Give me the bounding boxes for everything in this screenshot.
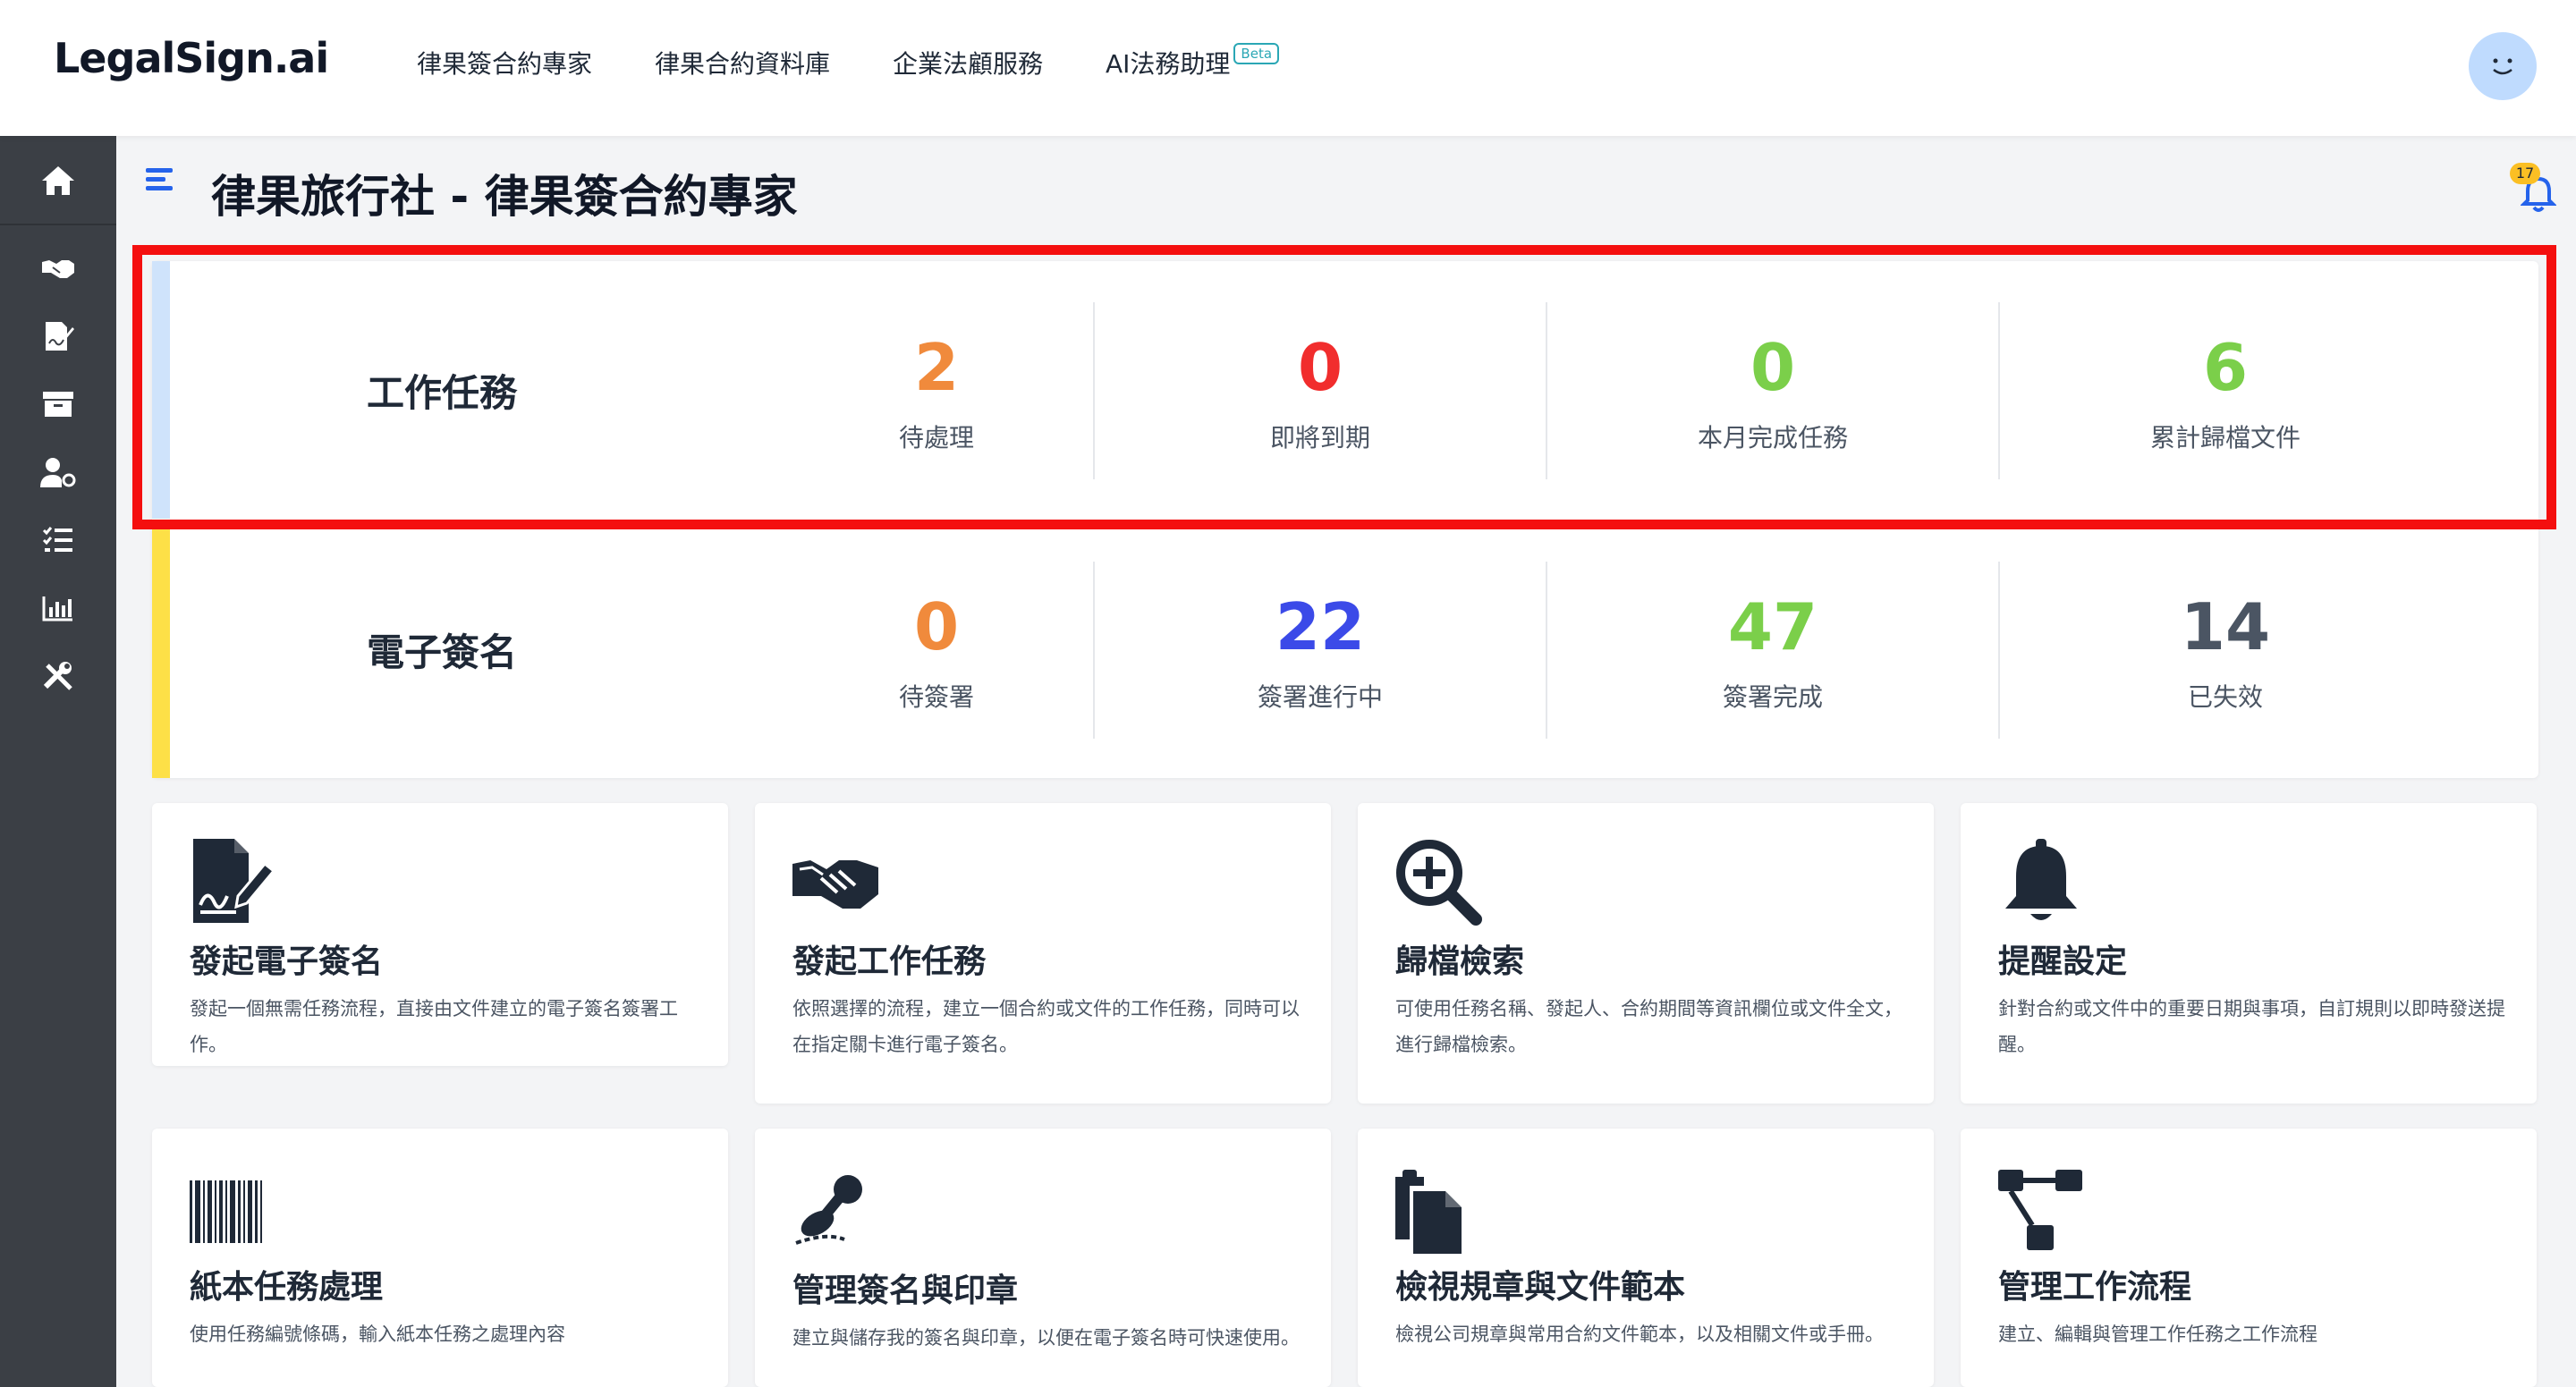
stat-expiring-soon[interactable]: 0 即將到期 <box>1093 302 1546 479</box>
tools-icon[interactable] <box>38 656 78 696</box>
e-signature-accent-bar <box>152 520 170 778</box>
handshake-icon <box>792 860 878 909</box>
nav-item-legal-advisory[interactable]: 企業法顧服務 <box>893 45 1043 80</box>
card-title: 發起電子簽名 <box>190 943 384 980</box>
beta-badge: Beta <box>1233 43 1280 64</box>
barcode-icon <box>190 1180 262 1243</box>
stat-completed-this-month-label: 本月完成任務 <box>1697 423 1848 452</box>
user-avatar[interactable] <box>2469 32 2537 100</box>
e-signature-row: 電子簽名 0 待簽署 22 簽署進行中 47 簽署完成 14 已失效 <box>152 520 2538 778</box>
dashboard-stats-panel: 工作任務 2 待處理 0 即將到期 0 本月完成任務 6 累計歸檔文件 電子簽名… <box>152 261 2538 778</box>
search-plus-icon <box>1396 840 1482 926</box>
bell-icon <box>2005 839 2077 920</box>
card-view-regulations-templates[interactable]: 檢視規章與文件範本 檢視公司規章與常用合約文件範本，以及相關文件或手冊。 <box>1358 1129 1934 1387</box>
stat-signing-completed-value: 47 <box>1727 589 1818 664</box>
stat-expiring-soon-label: 即將到期 <box>1269 423 1370 452</box>
card-description: 可使用任務名稱、發起人、合約期間等資訊欄位或文件全文，進行歸檔檢索。 <box>1395 998 1902 1055</box>
stat-expired-label: 已失效 <box>2187 682 2263 712</box>
work-tasks-accent-bar <box>152 261 170 519</box>
notification-count-badge: 17 <box>2510 163 2540 184</box>
app-logo[interactable]: LegalSign.ai <box>54 34 329 82</box>
stat-archived-documents-label: 累計歸檔文件 <box>2149 423 2301 452</box>
chart-icon[interactable] <box>38 588 78 628</box>
stat-expired[interactable]: 14 已失效 <box>1998 562 2451 739</box>
signature-document-icon <box>193 839 276 923</box>
card-start-work-task[interactable]: 發起工作任務 依照選擇的流程，建立一個合約或文件的工作任務，同時可以在指定關卡進… <box>755 803 1331 1104</box>
stat-completed-this-month[interactable]: 0 本月完成任務 <box>1546 302 1998 479</box>
card-description: 建立與儲存我的簽名與印章，以便在電子簽名時可快速使用。 <box>792 1327 1300 1349</box>
card-description: 依照選擇的流程，建立一個合約或文件的工作任務，同時可以在指定關卡進行電子簽名。 <box>792 998 1300 1055</box>
nav-item-contract-expert[interactable]: 律果簽合約專家 <box>417 45 592 80</box>
card-description: 發起一個無需任務流程，直接由文件建立的電子簽名簽署工作。 <box>190 998 678 1055</box>
stat-signing-in-progress[interactable]: 22 簽署進行中 <box>1093 562 1546 739</box>
archive-icon[interactable] <box>38 385 78 424</box>
card-manage-workflows[interactable]: 管理工作流程 建立、編輯與管理工作任務之工作流程 <box>1961 1129 2537 1387</box>
card-archive-search[interactable]: 歸檔檢索 可使用任務名稱、發起人、合約期間等資訊欄位或文件全文，進行歸檔檢索。 <box>1358 803 1934 1104</box>
card-title: 管理工作流程 <box>1998 1269 2192 1306</box>
card-title: 紙本任務處理 <box>190 1269 384 1306</box>
handshake-icon[interactable] <box>38 249 78 288</box>
e-signature-label: 電子簽名 <box>367 630 518 674</box>
card-description: 使用任務編號條碼，輸入紙本任務之處理內容 <box>190 1324 565 1345</box>
work-tasks-row: 工作任務 2 待處理 0 即將到期 0 本月完成任務 6 累計歸檔文件 <box>152 261 2538 519</box>
card-description: 針對合約或文件中的重要日期與事項，自訂規則以即時發送提醒。 <box>1998 998 2505 1055</box>
nav-item-contract-database[interactable]: 律果合約資料庫 <box>655 45 830 80</box>
smiley-face-icon <box>2493 58 2512 75</box>
stat-signing-completed[interactable]: 47 簽署完成 <box>1546 562 1998 739</box>
hamburger-menu-icon[interactable] <box>146 168 173 191</box>
card-title: 歸檔檢索 <box>1395 943 1525 980</box>
sidebar <box>0 136 116 1387</box>
card-paper-task[interactable]: 紙本任務處理 使用任務編號條碼，輸入紙本任務之處理內容 <box>152 1129 728 1387</box>
card-description: 建立、編輯與管理工作任務之工作流程 <box>1998 1324 2318 1345</box>
stat-archived-documents[interactable]: 6 累計歸檔文件 <box>1998 302 2451 479</box>
home-icon[interactable] <box>38 161 78 200</box>
stat-expired-value: 14 <box>2180 589 2271 664</box>
nav-item-ai-assistant[interactable]: AI法務助理 Beta <box>1106 43 1280 80</box>
nav-item-ai-assistant-label: AI法務助理 <box>1106 49 1231 79</box>
card-title: 發起工作任務 <box>792 943 987 980</box>
card-reminder-settings[interactable]: 提醒設定 針對合約或文件中的重要日期與事項，自訂規則以即時發送提醒。 <box>1961 803 2537 1104</box>
stamp-icon <box>795 1175 862 1245</box>
sidebar-home[interactable] <box>0 136 116 225</box>
card-title: 提醒設定 <box>1998 943 2128 980</box>
page-title: 律果旅行社 - 律果簽合約專家 <box>211 171 798 223</box>
card-manage-signatures-stamps[interactable]: 管理簽名與印章 建立與儲存我的簽名與印章，以便在電子簽名時可快速使用。 <box>755 1129 1331 1387</box>
documents-icon <box>1395 1170 1462 1254</box>
task-list-icon[interactable] <box>38 520 78 560</box>
card-title: 管理簽名與印章 <box>792 1273 1019 1309</box>
work-tasks-label: 工作任務 <box>367 371 518 415</box>
signature-icon[interactable] <box>38 317 78 356</box>
stat-expiring-soon-value: 0 <box>1297 330 1343 405</box>
user-settings-icon[interactable] <box>38 452 78 492</box>
stat-signing-completed-label: 簽署完成 <box>1722 682 1823 712</box>
card-description: 檢視公司規章與常用合約文件範本，以及相關文件或手冊。 <box>1395 1324 1884 1345</box>
workflow-icon <box>1998 1170 2082 1250</box>
stat-completed-this-month-value: 0 <box>1750 330 1796 405</box>
stat-signing-in-progress-label: 簽署進行中 <box>1257 682 1383 712</box>
top-navigation-bar: LegalSign.ai 律果簽合約專家 律果合約資料庫 企業法顧服務 AI法務… <box>0 0 2576 136</box>
card-start-e-signature[interactable]: 發起電子簽名 發起一個無需任務流程，直接由文件建立的電子簽名簽署工作。 <box>152 803 728 1066</box>
stat-archived-documents-value: 6 <box>2202 330 2249 405</box>
card-title: 檢視規章與文件範本 <box>1395 1269 1686 1306</box>
stat-signing-in-progress-value: 22 <box>1275 589 1366 664</box>
